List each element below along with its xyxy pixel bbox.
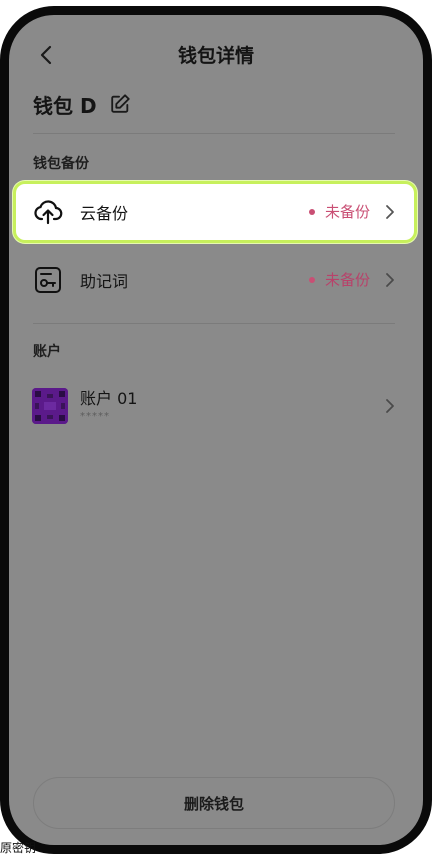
phone-frame: 钱包详情 钱包 D 钱包备份 云备份 未备份 助记词 未备份 账户 账户 01 … bbox=[0, 6, 432, 854]
mnemonic-row[interactable]: 助记词 未备份 bbox=[13, 249, 417, 311]
divider bbox=[33, 133, 395, 134]
accounts-section-label: 账户 bbox=[33, 344, 61, 360]
status-text: 未备份 bbox=[324, 271, 370, 289]
page-title: 钱包详情 bbox=[177, 45, 254, 67]
chevron-right-icon bbox=[386, 399, 394, 413]
edit-icon[interactable] bbox=[109, 93, 131, 115]
divider bbox=[33, 323, 395, 324]
account-masked-value: ***** bbox=[80, 411, 110, 422]
backup-section-label: 钱包备份 bbox=[33, 156, 89, 172]
cloud-backup-row[interactable]: 云备份 未备份 bbox=[13, 181, 417, 243]
key-card-icon bbox=[35, 267, 61, 293]
nav-bar: 钱包详情 bbox=[9, 15, 423, 89]
backup-status-badge: 未备份 bbox=[308, 269, 370, 290]
account-row[interactable]: 账户 01 ***** bbox=[13, 375, 417, 435]
status-dot bbox=[308, 276, 315, 283]
delete-wallet-button[interactable]: 删除钱包 bbox=[33, 777, 395, 829]
avatar-pattern-icon bbox=[32, 388, 68, 424]
wallet-details-screen: 钱包详情 钱包 D 钱包备份 云备份 未备份 助记词 未备份 账户 账户 01 … bbox=[9, 15, 423, 845]
account-name: 账户 01 bbox=[80, 389, 138, 408]
caption-text: 原密钥 bbox=[0, 841, 37, 855]
wallet-name: 钱包 D bbox=[33, 93, 97, 118]
chevron-right-icon bbox=[386, 205, 394, 219]
account-avatar bbox=[32, 388, 68, 424]
cloud-upload-icon bbox=[34, 200, 63, 225]
status-dot bbox=[308, 208, 315, 215]
cloud-backup-label: 云备份 bbox=[80, 204, 129, 223]
wallet-name-row: 钱包 D bbox=[33, 89, 131, 119]
backup-status-badge: 未备份 bbox=[308, 201, 370, 222]
chevron-right-icon bbox=[386, 273, 394, 287]
mnemonic-label: 助记词 bbox=[80, 272, 129, 291]
status-text: 未备份 bbox=[324, 203, 370, 221]
